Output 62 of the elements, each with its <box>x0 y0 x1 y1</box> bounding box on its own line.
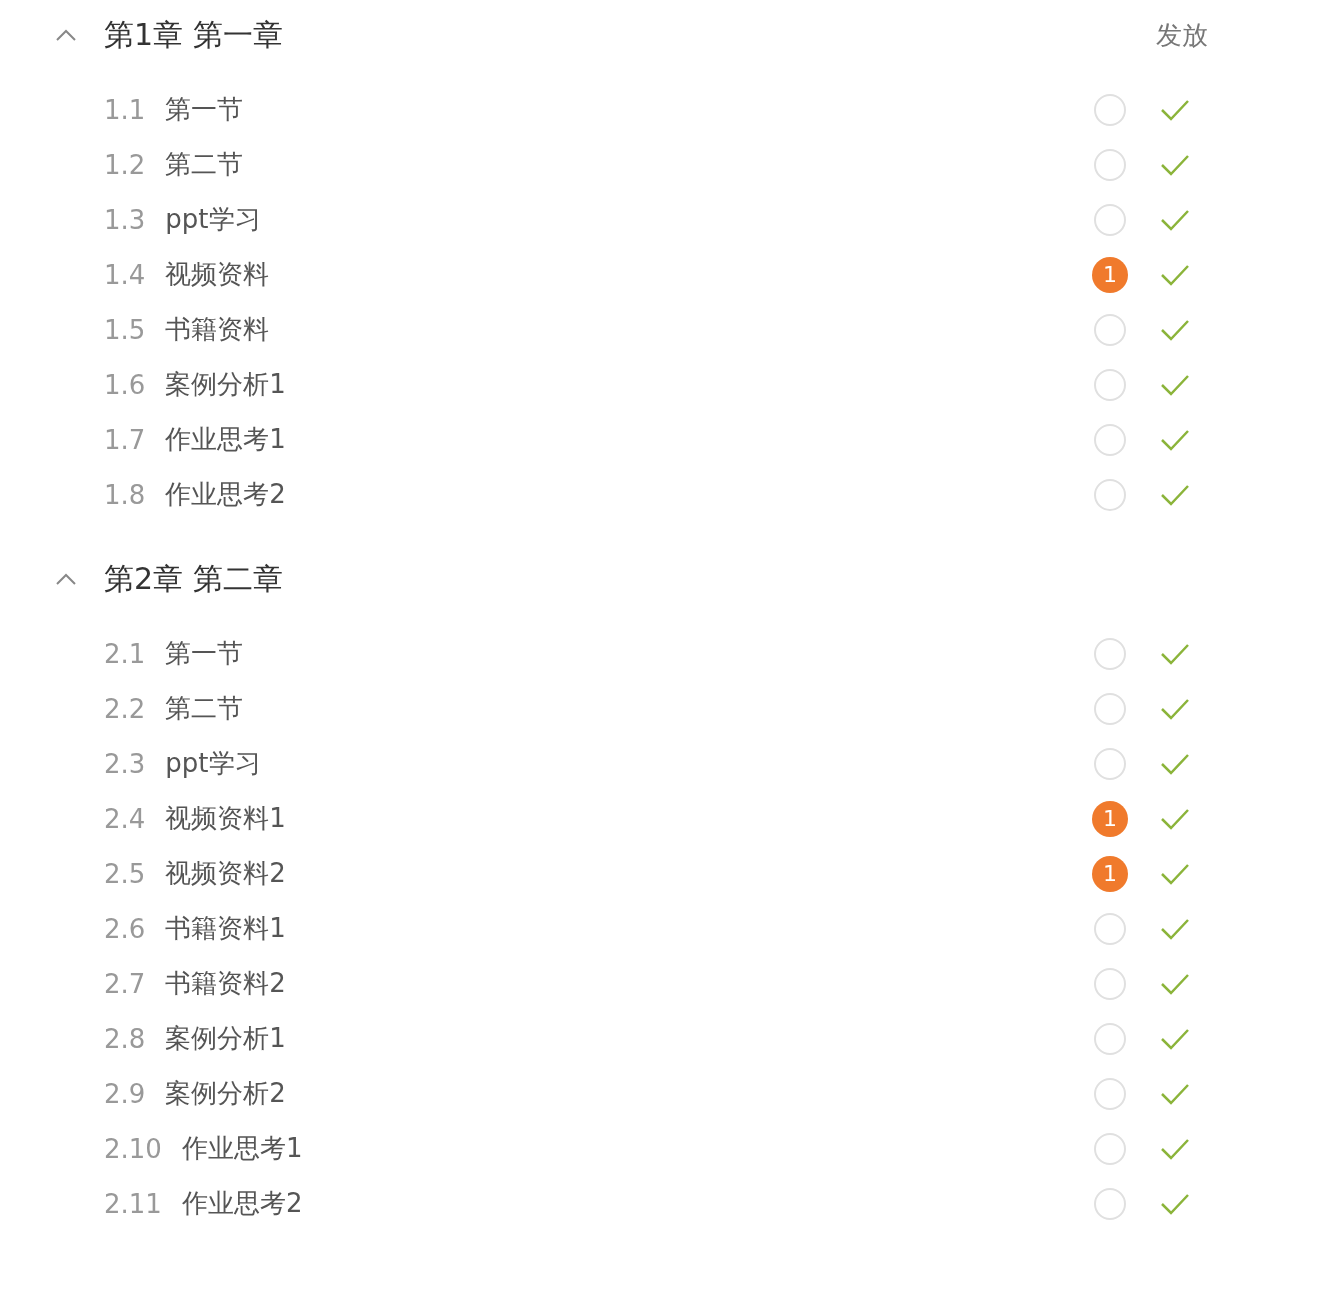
status-circle-icon <box>1094 368 1126 401</box>
count-badge: 1 <box>1092 256 1128 293</box>
section-title[interactable]: 第二节 <box>165 691 1092 726</box>
status-circle-icon <box>1094 1187 1126 1220</box>
chevron-icon[interactable] <box>55 28 77 42</box>
section-title[interactable]: 案例分析2 <box>165 1076 1092 1111</box>
section-title[interactable]: 视频资料 <box>165 257 1092 292</box>
section-number: 1.4 <box>104 259 146 290</box>
section-title[interactable]: 第一节 <box>165 636 1092 671</box>
section-number: 2.3 <box>104 748 146 779</box>
chevron-icon[interactable] <box>55 572 77 586</box>
count-badge: 1 <box>1092 855 1128 892</box>
section-number: 1.7 <box>104 424 146 455</box>
status-circle-icon <box>1094 637 1126 670</box>
section-title[interactable]: 作业思考2 <box>181 1186 1092 1221</box>
section-title[interactable]: 第一节 <box>165 92 1092 127</box>
section-title[interactable]: 案例分析1 <box>165 367 1092 402</box>
status-circle-icon <box>1094 203 1126 236</box>
section-number: 2.5 <box>104 858 146 889</box>
status-circle-icon <box>1094 423 1126 456</box>
section-number: 1.2 <box>104 149 146 180</box>
status-circle-icon <box>1094 313 1126 346</box>
section-title[interactable]: 作业思考1 <box>181 1131 1092 1166</box>
status-circle-icon <box>1094 93 1126 126</box>
section-title[interactable]: 视频资料1 <box>165 801 1092 836</box>
section-number: 1.8 <box>104 479 146 510</box>
column-label: 发放 <box>1156 18 1208 52</box>
status-circle-icon <box>1094 1022 1126 1055</box>
section-number: 2.8 <box>104 1023 146 1054</box>
section-number: 1.5 <box>104 314 146 345</box>
status-circle-icon <box>1094 148 1126 181</box>
status-circle-icon <box>1094 912 1126 945</box>
section-title[interactable]: 书籍资料2 <box>165 966 1092 1001</box>
section-title[interactable]: ppt学习 <box>165 746 1092 781</box>
section-title[interactable]: 书籍资料 <box>165 312 1092 347</box>
section-number: 2.1 <box>104 638 146 669</box>
section-number: 2.7 <box>104 968 146 999</box>
status-circle-icon <box>1094 747 1126 780</box>
section-number: 2.10 <box>104 1133 162 1164</box>
section-title[interactable]: 作业思考2 <box>165 477 1092 512</box>
count-badge: 1 <box>1092 800 1128 837</box>
section-number: 1.3 <box>104 204 146 235</box>
section-title[interactable]: 案例分析1 <box>165 1021 1092 1056</box>
status-circle-icon <box>1094 1077 1126 1110</box>
status-circle-icon <box>1094 967 1126 1000</box>
section-number: 2.9 <box>104 1078 146 1109</box>
section-title[interactable]: 作业思考1 <box>165 422 1092 457</box>
section-number: 2.4 <box>104 803 146 834</box>
section-number: 1.6 <box>104 369 146 400</box>
section-title[interactable]: 第二节 <box>165 147 1092 182</box>
section-title[interactable]: 书籍资料1 <box>165 911 1092 946</box>
status-circle-icon <box>1094 1132 1126 1165</box>
section-title[interactable]: 视频资料2 <box>165 856 1092 891</box>
chapter-title[interactable]: 第1章 第一章 <box>104 14 1156 56</box>
status-circle-icon <box>1094 478 1126 511</box>
status-circle-icon <box>1094 692 1126 725</box>
chapter-title[interactable]: 第2章 第二章 <box>104 558 1321 600</box>
section-number: 2.6 <box>104 913 146 944</box>
section-number: 2.2 <box>104 693 146 724</box>
section-number: 1.1 <box>104 94 146 125</box>
section-title[interactable]: ppt学习 <box>165 202 1092 237</box>
section-number: 2.11 <box>104 1188 162 1219</box>
